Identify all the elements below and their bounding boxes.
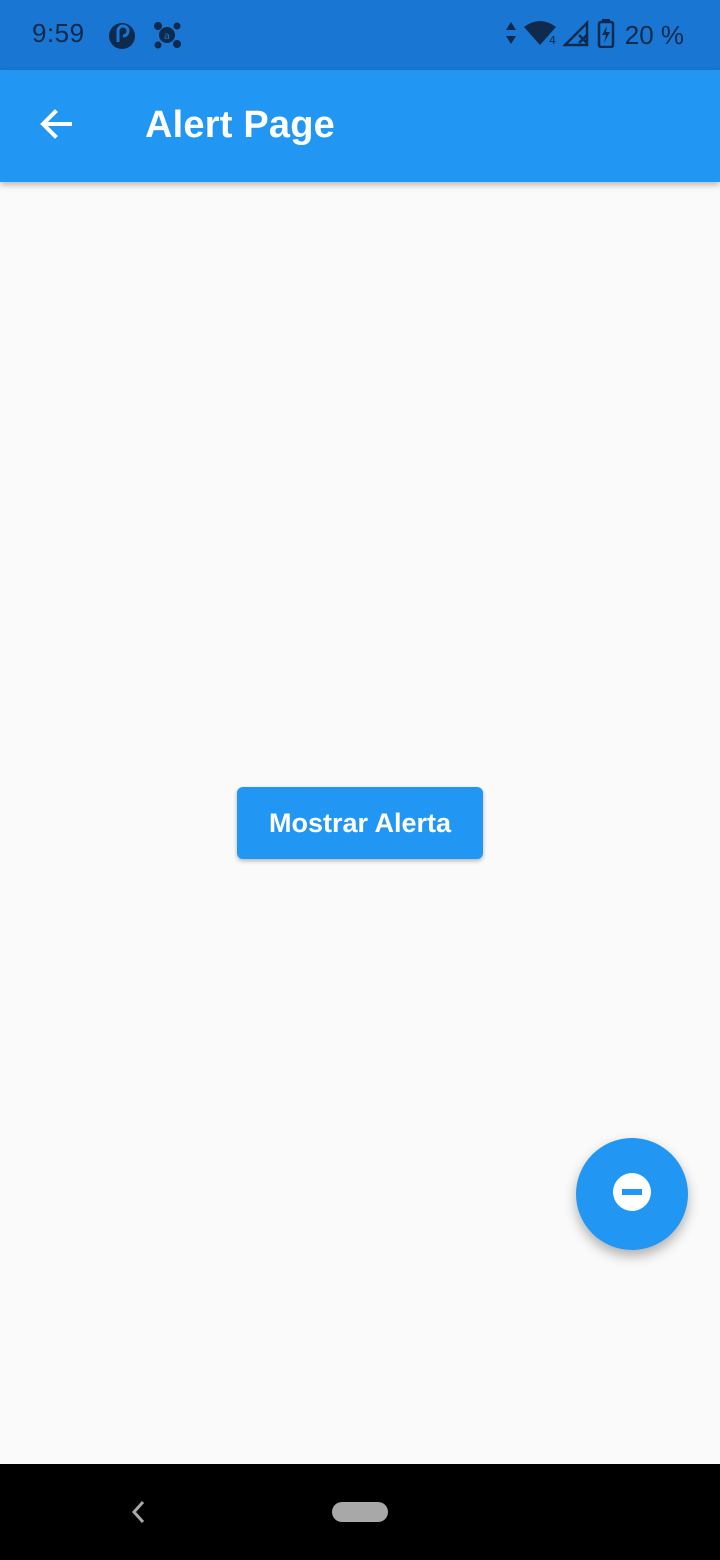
data-arrows-icon: [505, 20, 517, 51]
pocket-casts-icon: [108, 22, 136, 50]
system-nav-bar: [0, 1464, 720, 1560]
wifi-icon: 4: [523, 19, 557, 52]
app-bar: Alert Page: [0, 70, 720, 182]
nav-back-icon[interactable]: [124, 1496, 154, 1528]
remove-circle-icon: [612, 1172, 652, 1217]
show-alert-button[interactable]: Mostrar Alerta: [237, 787, 483, 859]
signal-icon: [561, 19, 591, 52]
status-bar: 9:59 a 4 20 %: [0, 0, 720, 70]
status-right-group: 4 20 %: [505, 18, 684, 52]
avast-icon: a: [152, 20, 182, 50]
screen: 9:59 a 4 20 % Alert Page Mostrar Alerta: [0, 0, 720, 1560]
status-time: 9:59: [32, 18, 85, 48]
floating-action-button[interactable]: [576, 1138, 688, 1250]
back-button[interactable]: [28, 98, 84, 154]
page-title: Alert Page: [145, 104, 335, 146]
svg-text:4: 4: [549, 34, 556, 47]
nav-home-pill[interactable]: [332, 1502, 388, 1522]
battery-percentage: 20 %: [624, 19, 684, 50]
svg-text:a: a: [164, 31, 170, 42]
main-content: Mostrar Alerta: [0, 182, 720, 1464]
arrow-back-icon: [38, 106, 74, 147]
battery-charging-icon: [597, 18, 615, 53]
